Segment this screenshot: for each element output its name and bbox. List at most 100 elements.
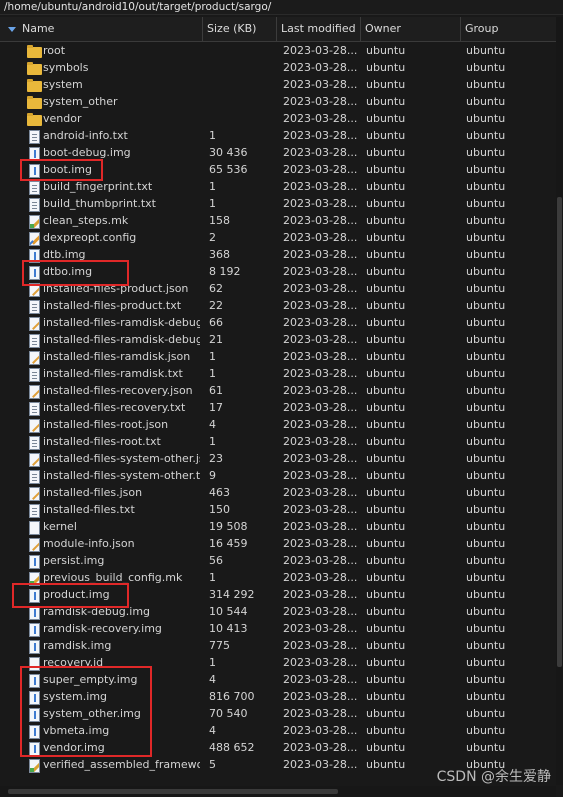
file-row[interactable]: product.img 314 292 2023-03-28... ubuntu ubu… (0, 586, 556, 603)
file-group: ubuntu (466, 554, 506, 567)
file-row[interactable]: system.img 816 700 2023-03-28... ubuntu ubun… (0, 688, 556, 705)
file-owner: ubuntu (366, 44, 406, 57)
file-modified: 2023-03-28... (283, 367, 358, 380)
file-owner: ubuntu (366, 537, 406, 550)
file-row[interactable]: system_other.img 70 540 2023-03-28... ubunt… (0, 705, 556, 722)
folder-icon (27, 44, 42, 58)
file-owner: ubuntu (366, 384, 406, 397)
file-row[interactable]: installed-files-ramdisk-debug.j... 66 2023… (0, 314, 556, 331)
path-bar[interactable]: /home/ubuntu/android10/out/target/produc… (0, 0, 563, 15)
file-owner: ubuntu (366, 163, 406, 176)
file-row[interactable]: root 2023-03-28... ubuntu ubuntu (0, 42, 556, 59)
file-row[interactable]: module-info.json 16 459 2023-03-28... ubunt… (0, 535, 556, 552)
file-row[interactable]: build_fingerprint.txt 1 2023-03-28... ubunt… (0, 178, 556, 195)
file-row[interactable]: installed-files-product.json 62 2023-03-28… (0, 280, 556, 297)
file-name: build_thumbprint.txt (43, 197, 156, 210)
file-row[interactable]: installed-files-root.json 4 2023-03-28... u… (0, 416, 556, 433)
column-group-header[interactable]: Group (461, 17, 556, 41)
file-row[interactable]: vendor 2023-03-28... ubuntu ubuntu (0, 110, 556, 127)
file-row[interactable]: installed-files-ramdisk.txt 1 2023-03-28..… (0, 365, 556, 382)
file-row[interactable]: dexpreopt.config 2 2023-03-28... ubuntu ubun… (0, 229, 556, 246)
column-size-header[interactable]: Size (KB) (203, 17, 277, 41)
image-file-icon (27, 605, 40, 620)
file-size: 488 652 (209, 741, 255, 754)
file-size: 1 (209, 435, 216, 448)
file-modified: 2023-03-28... (283, 707, 358, 720)
file-name-cell: system.img (25, 688, 200, 705)
file-group: ubuntu (466, 639, 506, 652)
file-row[interactable]: installed-files-root.txt 1 2023-03-28... ub… (0, 433, 556, 450)
horizontal-scroll-thumb[interactable] (8, 789, 338, 794)
file-name-cell: product.img (25, 586, 200, 603)
file-row[interactable]: system 2023-03-28... ubuntu ubuntu (0, 76, 556, 93)
file-row[interactable]: ramdisk.img 775 2023-03-28... ubuntu ubuntu (0, 637, 556, 654)
folder-icon (27, 61, 42, 75)
file-row[interactable]: persist.img 56 2023-03-28... ubuntu ubuntu (0, 552, 556, 569)
file-owner: ubuntu (366, 367, 406, 380)
image-file-icon (27, 741, 40, 756)
file-modified: 2023-03-28... (283, 146, 358, 159)
file-owner: ubuntu (366, 95, 406, 108)
file-group: ubuntu (466, 588, 506, 601)
file-row[interactable]: dtbo.img 8 192 2023-03-28... ubuntu ubuntu (0, 263, 556, 280)
makefile-icon (27, 214, 40, 229)
file-row[interactable]: system_other 2023-03-28... ubuntu ubuntu (0, 93, 556, 110)
file-modified: 2023-03-28... (283, 282, 358, 295)
horizontal-scrollbar[interactable] (0, 786, 556, 797)
file-modified: 2023-03-28... (283, 299, 358, 312)
json-file-icon (27, 486, 40, 501)
file-name: system (43, 78, 83, 91)
file-row[interactable]: kernel 19 508 2023-03-28... ubuntu ubuntu (0, 518, 556, 535)
column-modified-header[interactable]: Last modified (277, 17, 361, 41)
column-owner-header[interactable]: Owner (361, 17, 461, 41)
file-row[interactable]: installed-files-recovery.txt 17 2023-03-28… (0, 399, 556, 416)
file-group: ubuntu (466, 503, 506, 516)
file-row[interactable]: android-info.txt 1 2023-03-28... ubuntu ubun… (0, 127, 556, 144)
file-row[interactable]: build_thumbprint.txt 1 2023-03-28... ubuntu… (0, 195, 556, 212)
file-row[interactable]: vendor.img 488 652 2023-03-28... ubuntu ubun… (0, 739, 556, 756)
file-size: 368 (209, 248, 230, 261)
file-row[interactable]: boot.img 65 536 2023-03-28... ubuntu ubuntu (0, 161, 556, 178)
file-name-cell: dtb.img (25, 246, 200, 263)
file-row[interactable]: installed-files-ramdisk.json 1 2023-03-28.… (0, 348, 556, 365)
vertical-scrollbar[interactable] (556, 17, 563, 785)
file-row[interactable]: installed-files-system-other.txt 9 2023-03… (0, 467, 556, 484)
file-modified: 2023-03-28... (283, 622, 358, 635)
file-row[interactable]: installed-files-ramdisk-debug.txt 21 2023-… (0, 331, 556, 348)
file-group: ubuntu (466, 656, 506, 669)
file-name: installed-files-recovery.json (43, 384, 193, 397)
file-row[interactable]: installed-files-system-other.json 23 2023-… (0, 450, 556, 467)
image-file-icon (27, 554, 40, 569)
file-modified: 2023-03-28... (283, 690, 358, 703)
file-row[interactable]: installed-files.txt 150 2023-03-28... ubunt… (0, 501, 556, 518)
file-row[interactable]: installed-files-recovery.json 61 2023-03-2… (0, 382, 556, 399)
file-row[interactable]: installed-files-product.txt 22 2023-03-28.… (0, 297, 556, 314)
file-row[interactable]: symbols 2023-03-28... ubuntu ubuntu (0, 59, 556, 76)
blank-file-icon (27, 656, 40, 671)
file-name-cell: installed-files-root.json (25, 416, 200, 433)
vertical-scroll-thumb[interactable] (557, 197, 562, 667)
file-row[interactable]: clean_steps.mk 158 2023-03-28... ubuntu ubun… (0, 212, 556, 229)
file-row[interactable]: recovery.id 1 2023-03-28... ubuntu ubuntu (0, 654, 556, 671)
file-name: ramdisk-recovery.img (43, 622, 162, 635)
file-row[interactable]: dtb.img 368 2023-03-28... ubuntu ubuntu (0, 246, 556, 263)
file-name-cell: ramdisk-recovery.img (25, 620, 200, 637)
file-row[interactable]: previous_build_config.mk 1 2023-03-28... ub… (0, 569, 556, 586)
image-file-icon (27, 146, 40, 161)
file-row[interactable]: ramdisk-recovery.img 10 413 2023-03-28... u… (0, 620, 556, 637)
column-name-header[interactable]: Name (0, 17, 203, 41)
file-name: recovery.id (43, 656, 104, 669)
file-modified: 2023-03-28... (283, 129, 358, 142)
file-row[interactable]: boot-debug.img 30 436 2023-03-28... ubuntu u… (0, 144, 556, 161)
file-modified: 2023-03-28... (283, 639, 358, 652)
file-modified: 2023-03-28... (283, 452, 358, 465)
file-name-cell: installed-files-system-other.txt (25, 467, 200, 484)
file-row[interactable]: installed-files.json 463 2023-03-28... ubun… (0, 484, 556, 501)
file-size: 4 (209, 724, 216, 737)
sort-descending-icon (8, 26, 16, 32)
file-row[interactable]: vbmeta.img 4 2023-03-28... ubuntu ubuntu (0, 722, 556, 739)
file-owner: ubuntu (366, 180, 406, 193)
file-owner: ubuntu (366, 571, 406, 584)
file-row[interactable]: ramdisk-debug.img 10 544 2023-03-28... ubun… (0, 603, 556, 620)
file-row[interactable]: super_empty.img 4 2023-03-28... ubuntu ubunt… (0, 671, 556, 688)
